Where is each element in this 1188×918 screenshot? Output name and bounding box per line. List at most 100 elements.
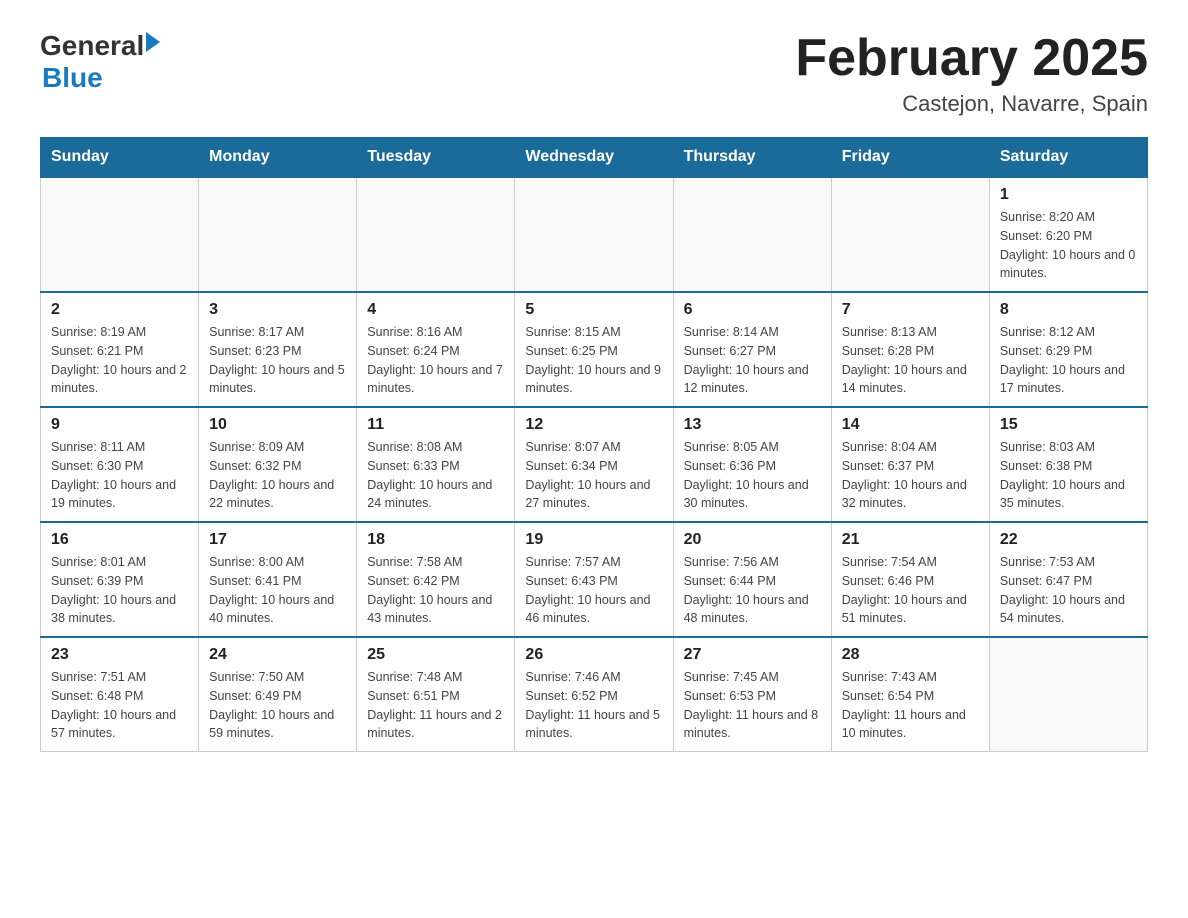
- location: Castejon, Navarre, Spain: [795, 91, 1148, 117]
- calendar-cell: 4Sunrise: 8:16 AM Sunset: 6:24 PM Daylig…: [357, 292, 515, 407]
- day-number: 28: [842, 646, 979, 664]
- day-number: 27: [684, 646, 821, 664]
- weekday-header-monday: Monday: [199, 138, 357, 178]
- day-number: 16: [51, 531, 188, 549]
- calendar-cell: 12 Sunrise: 8:07 AM Sunset: 6:34 PM Dayli…: [515, 407, 673, 522]
- week-row-1: 1 Sunrise: 8:20 AM Sunset: 6:20 PM Daylig…: [41, 177, 1148, 292]
- day-info: Sunrise: 8:09 AM Sunset: 6:32 PM Dayligh…: [209, 438, 346, 513]
- day-number: 26: [525, 646, 662, 664]
- day-info: Sunrise: 8:03 AM Sunset: 6:38 PM Dayligh…: [1000, 438, 1137, 513]
- calendar-cell: 17Sunrise: 8:00 AM Sunset: 6:41 PM Dayli…: [199, 522, 357, 637]
- calendar-cell: 23 Sunrise: 7:51 AM Sunset: 6:48 PM Dayli…: [41, 637, 199, 752]
- day-info: Sunrise: 8:05 AM Sunset: 6:36 PM Dayligh…: [684, 438, 821, 513]
- calendar-cell: 6 Sunrise: 8:14 AM Sunset: 6:27 PM Daylig…: [673, 292, 831, 407]
- day-number: 13: [684, 416, 821, 434]
- day-number: 5: [525, 301, 662, 319]
- day-info: Sunrise: 8:13 AM Sunset: 6:28 PM Dayligh…: [842, 323, 979, 398]
- day-number: 8: [1000, 301, 1137, 319]
- day-number: 11: [367, 416, 504, 434]
- day-info: Sunrise: 8:12 AM Sunset: 6:29 PM Dayligh…: [1000, 323, 1137, 398]
- week-row-5: 23 Sunrise: 7:51 AM Sunset: 6:48 PM Dayli…: [41, 637, 1148, 752]
- calendar-cell: 10 Sunrise: 8:09 AM Sunset: 6:32 PM Dayli…: [199, 407, 357, 522]
- day-info: Sunrise: 8:04 AM Sunset: 6:37 PM Dayligh…: [842, 438, 979, 513]
- day-number: 20: [684, 531, 821, 549]
- day-number: 14: [842, 416, 979, 434]
- day-info: Sunrise: 7:48 AM Sunset: 6:51 PM Dayligh…: [367, 668, 504, 743]
- calendar-cell: 3Sunrise: 8:17 AM Sunset: 6:23 PM Daylig…: [199, 292, 357, 407]
- day-info: Sunrise: 7:51 AM Sunset: 6:48 PM Dayligh…: [51, 668, 188, 743]
- calendar-cell: 20 Sunrise: 7:56 AM Sunset: 6:44 PM Dayli…: [673, 522, 831, 637]
- week-row-4: 16Sunrise: 8:01 AM Sunset: 6:39 PM Dayli…: [41, 522, 1148, 637]
- calendar-cell: 11 Sunrise: 8:08 AM Sunset: 6:33 PM Dayli…: [357, 407, 515, 522]
- calendar-cell: 26 Sunrise: 7:46 AM Sunset: 6:52 PM Dayli…: [515, 637, 673, 752]
- day-number: 18: [367, 531, 504, 549]
- day-info: Sunrise: 7:50 AM Sunset: 6:49 PM Dayligh…: [209, 668, 346, 743]
- calendar-cell: [989, 637, 1147, 752]
- page-header: General Blue February 2025 Castejon, Nav…: [40, 30, 1148, 117]
- logo-arrow-icon: [146, 32, 160, 52]
- day-number: 22: [1000, 531, 1137, 549]
- calendar-cell: [831, 177, 989, 292]
- calendar-cell: [357, 177, 515, 292]
- day-number: 25: [367, 646, 504, 664]
- day-info: Sunrise: 7:46 AM Sunset: 6:52 PM Dayligh…: [525, 668, 662, 743]
- day-info: Sunrise: 7:53 AM Sunset: 6:47 PM Dayligh…: [1000, 553, 1137, 628]
- calendar-cell: 2 Sunrise: 8:19 AM Sunset: 6:21 PM Daylig…: [41, 292, 199, 407]
- day-info: Sunrise: 7:56 AM Sunset: 6:44 PM Dayligh…: [684, 553, 821, 628]
- day-info: Sunrise: 8:11 AM Sunset: 6:30 PM Dayligh…: [51, 438, 188, 513]
- calendar-cell: 14 Sunrise: 8:04 AM Sunset: 6:37 PM Dayli…: [831, 407, 989, 522]
- calendar-cell: 21Sunrise: 7:54 AM Sunset: 6:46 PM Dayli…: [831, 522, 989, 637]
- calendar-cell: 9 Sunrise: 8:11 AM Sunset: 6:30 PM Daylig…: [41, 407, 199, 522]
- calendar-cell: 27 Sunrise: 7:45 AM Sunset: 6:53 PM Dayli…: [673, 637, 831, 752]
- day-info: Sunrise: 7:45 AM Sunset: 6:53 PM Dayligh…: [684, 668, 821, 743]
- day-info: Sunrise: 8:20 AM Sunset: 6:20 PM Dayligh…: [1000, 208, 1137, 283]
- day-number: 9: [51, 416, 188, 434]
- day-number: 6: [684, 301, 821, 319]
- weekday-header-row: SundayMondayTuesdayWednesdayThursdayFrid…: [41, 138, 1148, 178]
- calendar-cell: 16Sunrise: 8:01 AM Sunset: 6:39 PM Dayli…: [41, 522, 199, 637]
- week-row-2: 2 Sunrise: 8:19 AM Sunset: 6:21 PM Daylig…: [41, 292, 1148, 407]
- calendar-cell: [199, 177, 357, 292]
- weekday-header-tuesday: Tuesday: [357, 138, 515, 178]
- day-info: Sunrise: 7:57 AM Sunset: 6:43 PM Dayligh…: [525, 553, 662, 628]
- calendar-cell: [673, 177, 831, 292]
- calendar-table: SundayMondayTuesdayWednesdayThursdayFrid…: [40, 137, 1148, 752]
- day-number: 4: [367, 301, 504, 319]
- day-info: Sunrise: 8:08 AM Sunset: 6:33 PM Dayligh…: [367, 438, 504, 513]
- calendar-title-block: February 2025 Castejon, Navarre, Spain: [795, 30, 1148, 117]
- day-info: Sunrise: 8:15 AM Sunset: 6:25 PM Dayligh…: [525, 323, 662, 398]
- calendar-cell: 13 Sunrise: 8:05 AM Sunset: 6:36 PM Dayli…: [673, 407, 831, 522]
- day-number: 23: [51, 646, 188, 664]
- day-info: Sunrise: 7:54 AM Sunset: 6:46 PM Dayligh…: [842, 553, 979, 628]
- day-number: 15: [1000, 416, 1137, 434]
- weekday-header-wednesday: Wednesday: [515, 138, 673, 178]
- logo: General Blue: [40, 30, 160, 94]
- weekday-header-sunday: Sunday: [41, 138, 199, 178]
- day-info: Sunrise: 8:17 AM Sunset: 6:23 PM Dayligh…: [209, 323, 346, 398]
- day-info: Sunrise: 7:43 AM Sunset: 6:54 PM Dayligh…: [842, 668, 979, 743]
- day-info: Sunrise: 7:58 AM Sunset: 6:42 PM Dayligh…: [367, 553, 504, 628]
- day-number: 19: [525, 531, 662, 549]
- week-row-3: 9 Sunrise: 8:11 AM Sunset: 6:30 PM Daylig…: [41, 407, 1148, 522]
- calendar-cell: 19 Sunrise: 7:57 AM Sunset: 6:43 PM Dayli…: [515, 522, 673, 637]
- day-number: 7: [842, 301, 979, 319]
- day-number: 1: [1000, 186, 1137, 204]
- logo-general: General: [40, 30, 144, 62]
- day-info: Sunrise: 8:07 AM Sunset: 6:34 PM Dayligh…: [525, 438, 662, 513]
- calendar-cell: 1 Sunrise: 8:20 AM Sunset: 6:20 PM Daylig…: [989, 177, 1147, 292]
- day-number: 12: [525, 416, 662, 434]
- month-title: February 2025: [795, 30, 1148, 87]
- calendar-cell: [515, 177, 673, 292]
- weekday-header-saturday: Saturday: [989, 138, 1147, 178]
- calendar-cell: 22 Sunrise: 7:53 AM Sunset: 6:47 PM Dayli…: [989, 522, 1147, 637]
- calendar-cell: 15 Sunrise: 8:03 AM Sunset: 6:38 PM Dayli…: [989, 407, 1147, 522]
- weekday-header-thursday: Thursday: [673, 138, 831, 178]
- calendar-cell: [41, 177, 199, 292]
- day-info: Sunrise: 8:14 AM Sunset: 6:27 PM Dayligh…: [684, 323, 821, 398]
- calendar-cell: 25 Sunrise: 7:48 AM Sunset: 6:51 PM Dayli…: [357, 637, 515, 752]
- weekday-header-friday: Friday: [831, 138, 989, 178]
- day-number: 2: [51, 301, 188, 319]
- calendar-cell: 7 Sunrise: 8:13 AM Sunset: 6:28 PM Daylig…: [831, 292, 989, 407]
- day-info: Sunrise: 8:19 AM Sunset: 6:21 PM Dayligh…: [51, 323, 188, 398]
- day-number: 10: [209, 416, 346, 434]
